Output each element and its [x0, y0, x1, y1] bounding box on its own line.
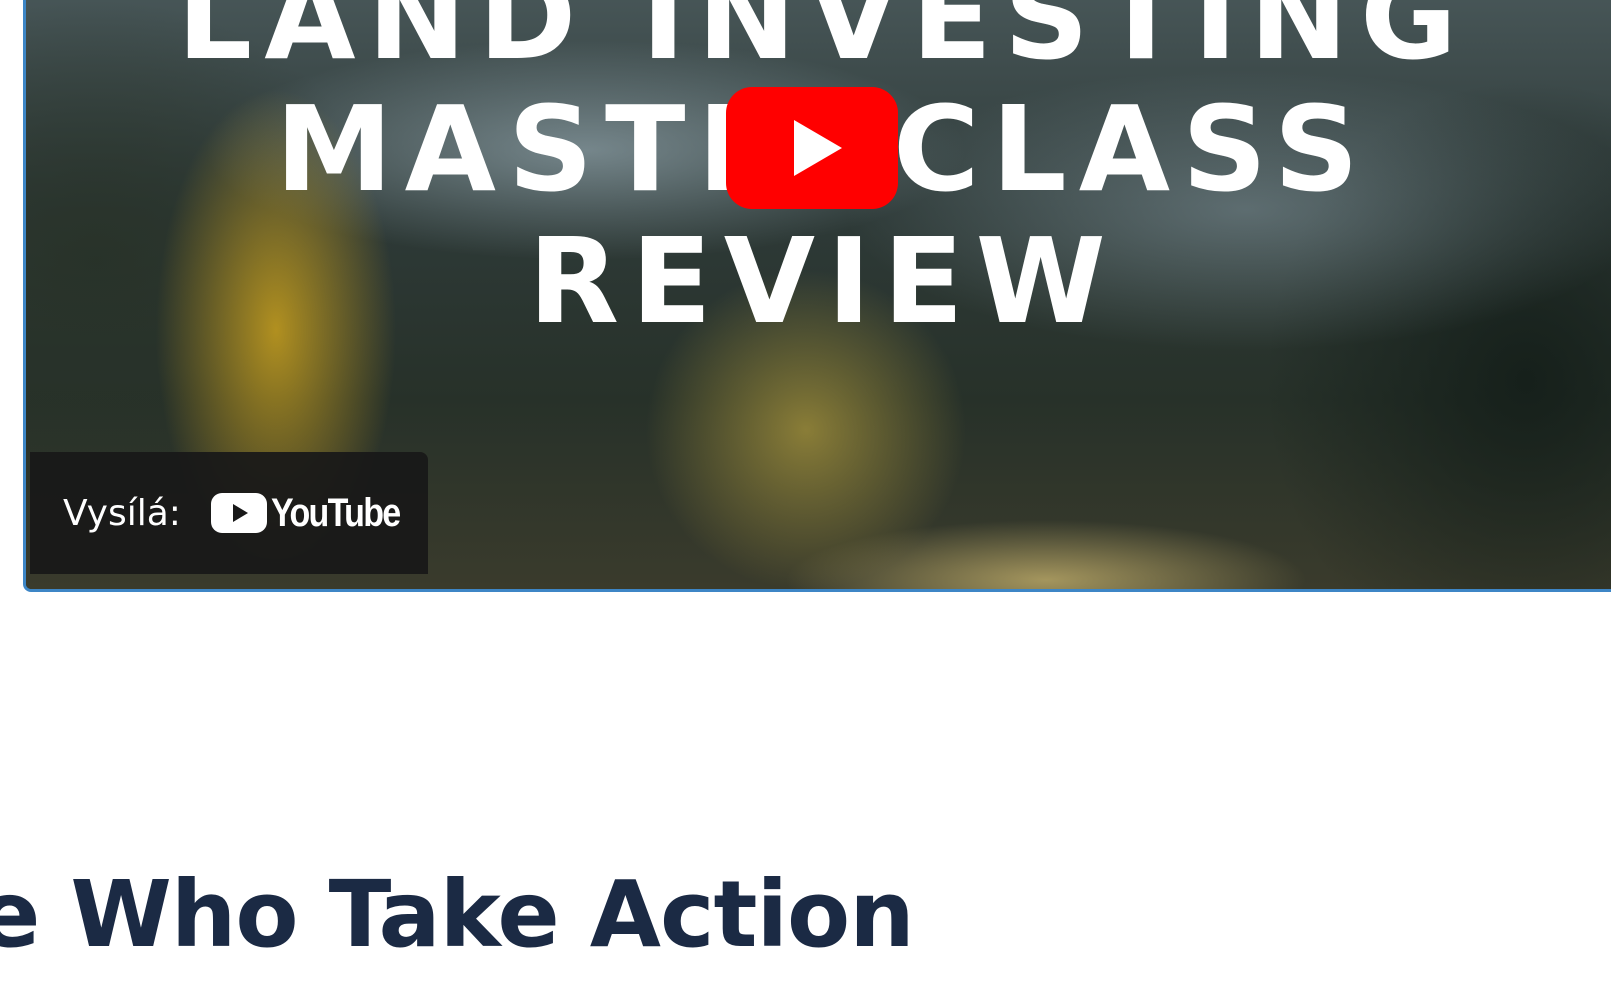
youtube-wordmark: YouTube [270, 490, 401, 535]
youtube-video-embed[interactable]: LAND INVESTING MASTERCLASS REVIEW Vysílá… [23, 0, 1611, 592]
watch-on-youtube-link[interactable]: Vysílá: YouTube [30, 452, 428, 574]
watch-on-label: Vysílá: [63, 492, 181, 534]
play-icon [794, 120, 842, 176]
section-heading: e Who Take Action [0, 861, 915, 968]
page: LAND INVESTING MASTERCLASS REVIEW Vysílá… [0, 0, 1611, 990]
play-button[interactable] [726, 87, 898, 209]
thumbnail-title-line-1: LAND INVESTING [177, 0, 1469, 86]
thumbnail-title-line-3: REVIEW [528, 212, 1118, 350]
youtube-logo-icon [210, 493, 267, 533]
youtube-logo: YouTube [210, 490, 422, 536]
